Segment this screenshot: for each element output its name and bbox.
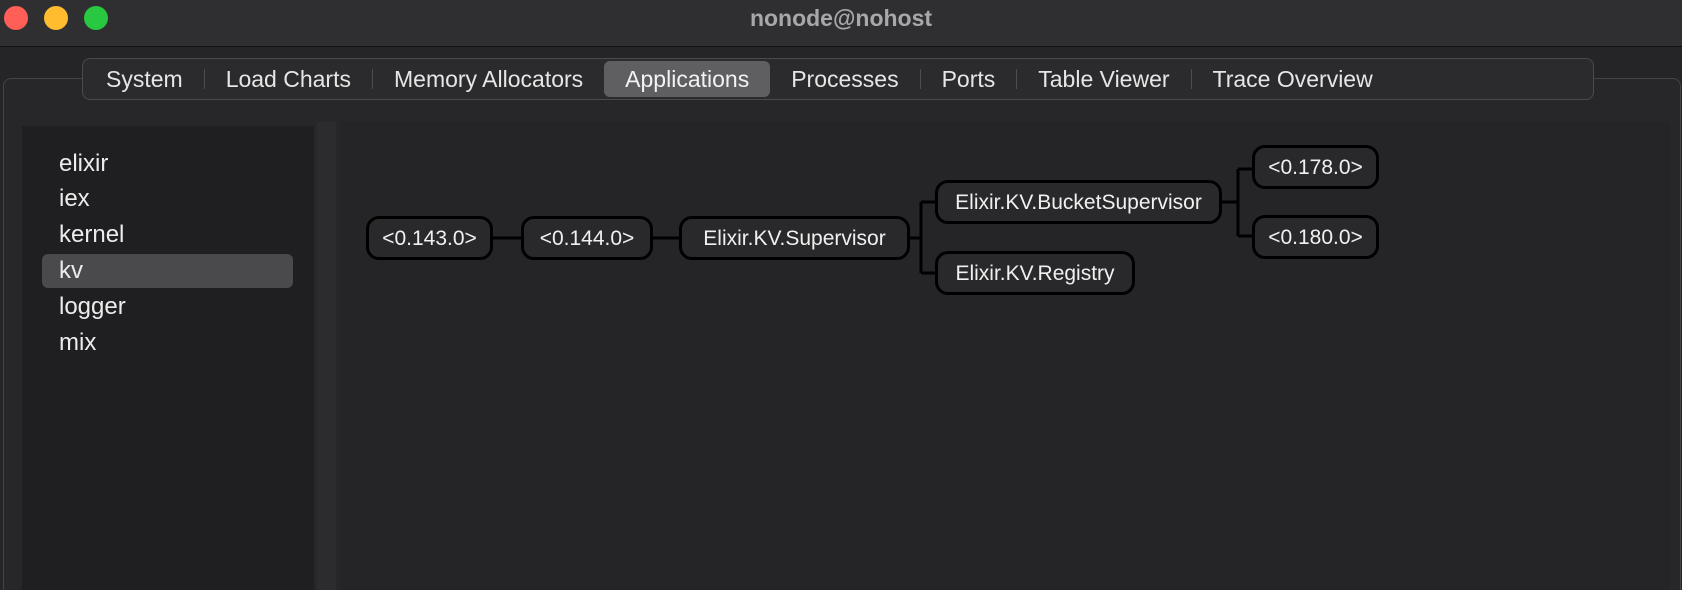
app-item-kv[interactable]: kv [42,254,293,288]
tab-memory-allocators[interactable]: Memory Allocators [373,61,604,97]
tab-system[interactable]: System [85,61,204,97]
tree-node-kv-supervisor[interactable]: Elixir.KV.Supervisor [679,216,910,260]
tree-node-0-178-0[interactable]: <0.178.0> [1252,145,1379,189]
title-bar: nonode@nohost [0,0,1682,47]
tree-node-0-143-0[interactable]: <0.143.0> [366,216,493,260]
tab-load-charts[interactable]: Load Charts [205,61,372,97]
tab-ports[interactable]: Ports [921,61,1017,97]
application-list: elixir iex kernel kv logger mix [22,126,314,590]
tab-applications[interactable]: Applications [604,61,771,97]
splitter-handle[interactable] [317,122,336,590]
edge-bucket-children [1220,167,1254,238]
window-title: nonode@nohost [749,5,933,31]
app-item-iex[interactable]: iex [42,182,293,216]
tree-node-kv-registry[interactable]: Elixir.KV.Registry [935,251,1135,295]
tree-node-0-144-0[interactable]: <0.144.0> [521,216,653,260]
app-item-logger[interactable]: logger [42,290,293,324]
tree-node-0-180-0[interactable]: <0.180.0> [1252,215,1379,259]
app-item-kernel[interactable]: kernel [42,218,293,252]
app-item-elixir[interactable]: elixir [42,147,293,181]
tab-trace-overview[interactable]: Trace Overview [1192,61,1394,97]
tab-bar: System Load Charts Memory Allocators App… [82,58,1594,100]
supervision-tree-view: <0.143.0> <0.144.0> Elixir.KV.Supervisor… [340,122,1670,590]
app-window: nonode@nohost System Load Charts Memory … [0,0,1682,590]
tab-table-viewer[interactable]: Table Viewer [1017,61,1190,97]
tree-node-kv-bucket-supervisor[interactable]: Elixir.KV.BucketSupervisor [935,180,1222,224]
app-item-mix[interactable]: mix [42,326,293,360]
tab-processes[interactable]: Processes [770,61,919,97]
edge-sup-children [908,200,937,275]
